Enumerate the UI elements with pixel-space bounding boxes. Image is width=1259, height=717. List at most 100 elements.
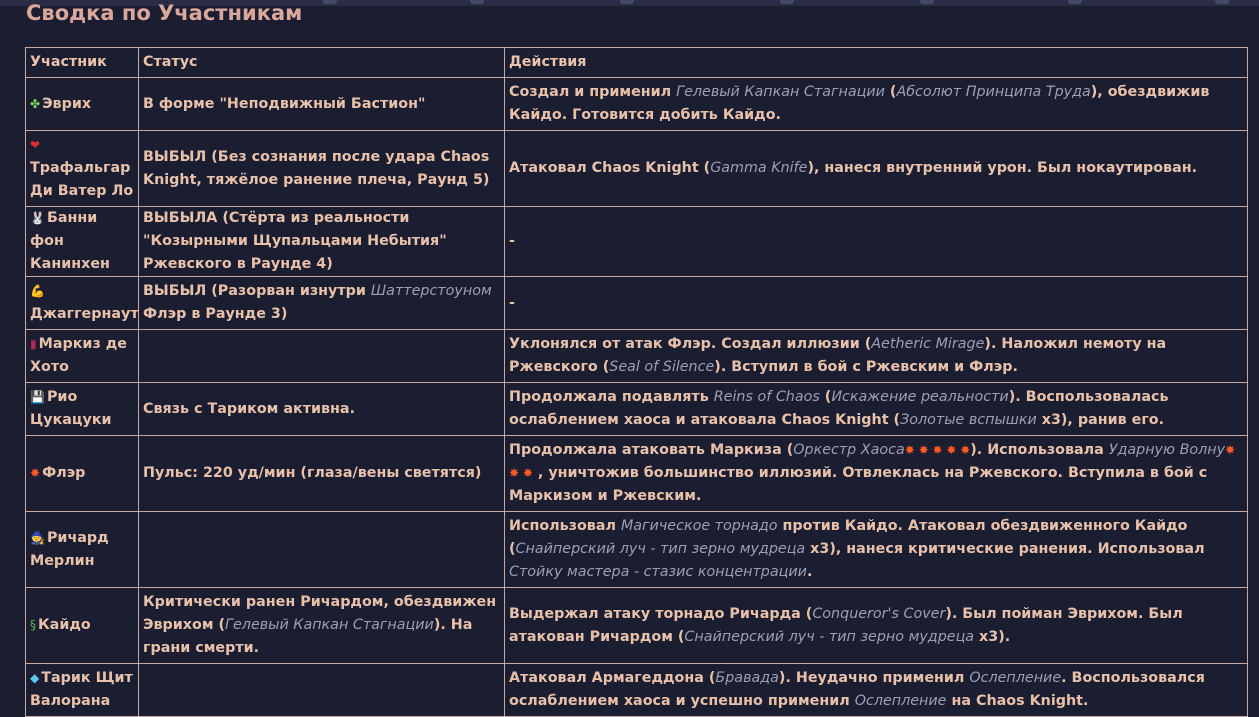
participant-name: Эврих: [42, 95, 92, 112]
table-row: ▮ Маркиз де Хото Уклонялся от атак Флэр. С…: [25, 329, 1248, 383]
text-segment: Продолжала атаковать Маркиза (: [509, 442, 794, 458]
actions-cell: -: [504, 206, 1248, 277]
italic-term: Магическое торнадо: [620, 518, 778, 534]
italic-term: Reins of Chaos: [713, 389, 820, 405]
text-segment: (: [884, 84, 897, 100]
actions-cell: Создал и применил Гелевый Капкан Стагнац…: [504, 77, 1248, 131]
status-cell: В форме "Неподвижный Бастион": [138, 77, 505, 131]
toolbar-icon[interactable]: [323, 0, 337, 4]
text-segment: -: [509, 233, 515, 249]
actions-cell: Продолжала подавлять Reins of Chaos (Иск…: [504, 382, 1248, 436]
actions-cell: -: [504, 276, 1248, 330]
text-segment: на Chaos Knight.: [946, 693, 1089, 709]
table-row: 💾 Рио Цукацуки Связь с Тариком активна. Про…: [25, 382, 1248, 436]
participant-name: Тарик Щит Валорана: [30, 670, 133, 709]
text-segment: Использовал: [509, 518, 621, 534]
toolbar-icon[interactable]: [1215, 0, 1229, 4]
text-segment: Пульс: 220 уд/мин (глаза/вены светятся): [143, 465, 482, 481]
text-segment: ). Вступил в бой с Ржевским и Флэр.: [714, 359, 1018, 375]
participant-cell: ✤ Эврих: [25, 77, 139, 131]
text-segment: (Разорван изнутри: [206, 283, 371, 299]
floppy-disk-icon: 💾: [30, 390, 45, 404]
text-segment: Выдержал атаку торнадо Ричарда (: [509, 605, 813, 622]
text-segment: В форме "Неподвижный Бастион": [143, 95, 426, 112]
actions-cell: Выдержал атаку торнадо Ричарда (Conquero…: [504, 587, 1248, 664]
status-cell: ВЫБЫЛ (Без сознания после удара Chaos Kn…: [138, 130, 505, 207]
italic-term: Гелевый Капкан Стагнации: [676, 84, 885, 100]
text-segment: ВЫБЫЛ: [143, 148, 207, 165]
status-cell: [138, 511, 505, 588]
dragon-icon: §: [30, 618, 36, 632]
toolbar-icon[interactable]: [1068, 0, 1082, 4]
text-segment: x3).: [974, 628, 1011, 645]
text-segment: Уклонялся от атак Флэр. Создал иллюзии (: [509, 336, 872, 352]
table-row: ✸ Флэр Пульс: 220 уд/мин (глаза/вены светя…: [25, 435, 1248, 512]
header-participant: Участник: [25, 47, 139, 78]
toolbar-icon[interactable]: [920, 0, 934, 4]
table-row: 💪 Джаггернаут ВЫБЫЛ (Разорван изнутри Шатт…: [25, 276, 1248, 330]
table-row: § Кайдо Критически ранен Ричардом, обездви…: [25, 587, 1248, 664]
status-cell: Критически ранен Ричардом, обездвижен Эв…: [138, 587, 505, 664]
italic-term: Шаттерстоуном: [370, 283, 492, 299]
italic-term: Seal of Silence: [609, 359, 715, 375]
text-segment: .: [806, 564, 813, 580]
participant-cell: 💪 Джаггернаут: [25, 276, 139, 330]
text-segment: ), нанеся внутренний урон. Был нокаутиро…: [807, 160, 1198, 176]
mage-icon: 🧙: [30, 530, 45, 545]
participant-cell: ▮ Маркиз де Хото: [25, 329, 139, 383]
italic-term: Снайперский луч - тип зерно мудреца: [515, 541, 806, 557]
text-segment: Атаковал Армагеддона (: [509, 670, 716, 686]
italic-term: Ослепление: [969, 670, 1062, 686]
italic-term: Conqueror's Cover: [812, 605, 946, 622]
burst-icons: ✸ ✸ ✸ ✸ ✸: [904, 443, 971, 457]
header-actions: Действия: [504, 47, 1248, 78]
participant-cell: 💾 Рио Цукацуки: [25, 382, 139, 436]
participant-cell: ❤ Трафальгар Ди Ватер Ло: [25, 130, 139, 207]
table-row: 🐰 Банни фон Канинхен ВЫБЫЛА (Стёрта из реа…: [25, 206, 1248, 277]
participant-cell: ◆ Тарик Щит Валорана: [25, 663, 139, 717]
toolbar-icon[interactable]: [620, 0, 634, 4]
italic-term: Абсолют Принципа Труда: [896, 84, 1091, 100]
participant-cell: 🧙 Ричард Мерлин: [25, 511, 139, 588]
participants-table: Участник Статус Действия ✤ Эврих В форме "…: [25, 47, 1248, 717]
italic-term: Искажение реальности: [831, 389, 1009, 405]
rabbit-icon: 🐰: [30, 211, 45, 225]
text-segment: ). Использовала: [970, 442, 1109, 458]
table-row: 🧙 Ричард Мерлин Использовал Магическое тор…: [25, 511, 1248, 588]
text-segment: x3), ранив его.: [1036, 412, 1165, 428]
table-header-row: Участник Статус Действия: [25, 47, 1248, 78]
collision-icon: ✸: [30, 466, 41, 480]
actions-cell: Атаковал Chaos Knight (Gamma Knife), нан…: [504, 130, 1248, 207]
toolbar-icon[interactable]: [470, 0, 484, 4]
actions-cell: Продолжала атаковать Маркиза (Оркестр Ха…: [504, 435, 1248, 512]
header-status: Статус: [138, 47, 505, 78]
italic-term: Золотые вспышки: [900, 412, 1037, 428]
participant-cell: § Кайдо: [25, 587, 139, 664]
italic-term: Бравада: [715, 670, 779, 686]
clover-icon: ✤: [30, 96, 41, 111]
page-title: Сводка по Участникам: [26, 1, 303, 25]
text-segment: Флэр в Раунде 3): [143, 306, 288, 322]
actions-cell: Использовал Магическое торнадо против Ка…: [504, 511, 1248, 588]
toolbar-icon[interactable]: [780, 0, 794, 4]
text-segment: Связь с Тариком активна.: [143, 400, 355, 417]
table-row: ❤ Трафальгар Ди Ватер Ло ВЫБЫЛ (Без сознан…: [25, 130, 1248, 207]
text-segment: Продолжала подавлять: [509, 389, 714, 405]
text-segment: ВЫБЫЛ: [143, 283, 207, 299]
text-segment: (: [819, 389, 832, 405]
text-segment: Атаковал Chaos Knight (: [509, 160, 711, 176]
text-segment: ВЫБЫЛА: [143, 210, 218, 226]
flexed-biceps-icon: 💪: [30, 284, 45, 298]
text-segment: , уничтожив большинство иллюзий. Отвлекл…: [509, 465, 1208, 504]
actions-cell: Уклонялся от атак Флэр. Создал иллюзии (…: [504, 329, 1248, 383]
participant-name: Кайдо: [38, 617, 91, 633]
text-segment: x3), нанеся критические ранения. Использ…: [805, 541, 1205, 557]
text-segment: ). Неудачно применил: [778, 670, 970, 686]
participant-name: Флэр: [42, 465, 86, 481]
status-cell: Связь с Тариком активна.: [138, 382, 505, 436]
gem-icon: ◆: [30, 671, 40, 685]
status-cell: ВЫБЫЛ (Разорван изнутри Шаттерстоуном Фл…: [138, 276, 505, 330]
italic-term: Снайперский луч - тип зерно мудреца: [684, 628, 975, 645]
status-cell: Пульс: 220 уд/мин (глаза/вены светятся): [138, 435, 505, 512]
italic-term: Оркестр Хаоса: [793, 442, 905, 458]
